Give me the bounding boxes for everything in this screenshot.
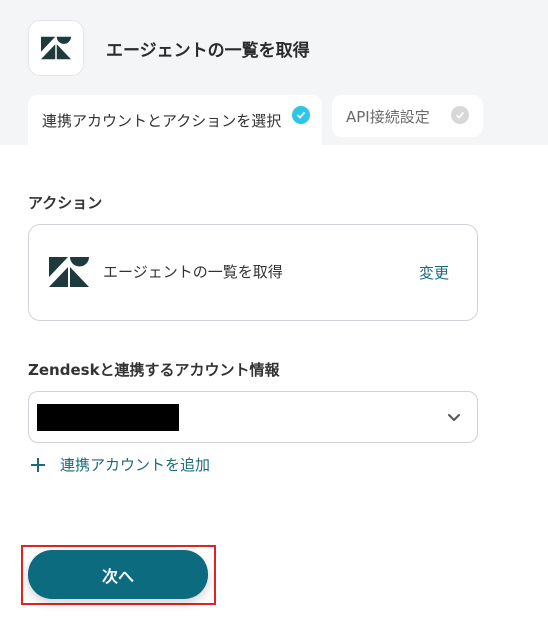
action-name: エージェントの一覧を取得 [103, 263, 283, 281]
add-account-link[interactable]: 連携アカウントを追加 [30, 454, 210, 475]
add-account-label: 連携アカウントを追加 [60, 456, 211, 474]
plus-icon [31, 457, 45, 472]
next-button[interactable]: 次へ [28, 550, 208, 599]
check-circle-icon [451, 106, 469, 124]
tab-label: 連携アカウントとアクションを選択 [42, 111, 282, 130]
redacted-account-value [37, 404, 179, 431]
check-circle-icon [292, 106, 310, 124]
action-card: エージェントの一覧を取得 変更 [28, 224, 478, 321]
account-select[interactable] [28, 391, 478, 443]
chevron-down-icon [448, 414, 460, 421]
zendesk-app-icon [28, 20, 84, 76]
page-title: エージェントの一覧を取得 [106, 41, 310, 61]
zendesk-logo-icon [41, 36, 71, 60]
tab-api-settings[interactable]: API接続設定 [332, 95, 483, 137]
account-section-label: Zendeskと連携するアカウント情報 [28, 361, 280, 379]
tab-label: API接続設定 [346, 107, 430, 126]
change-action-link[interactable]: 変更 [419, 262, 449, 283]
tab-select-account-action[interactable]: 連携アカウントとアクションを選択 [28, 95, 322, 145]
action-section-label: アクション [28, 194, 103, 212]
zendesk-logo-icon [49, 257, 89, 287]
